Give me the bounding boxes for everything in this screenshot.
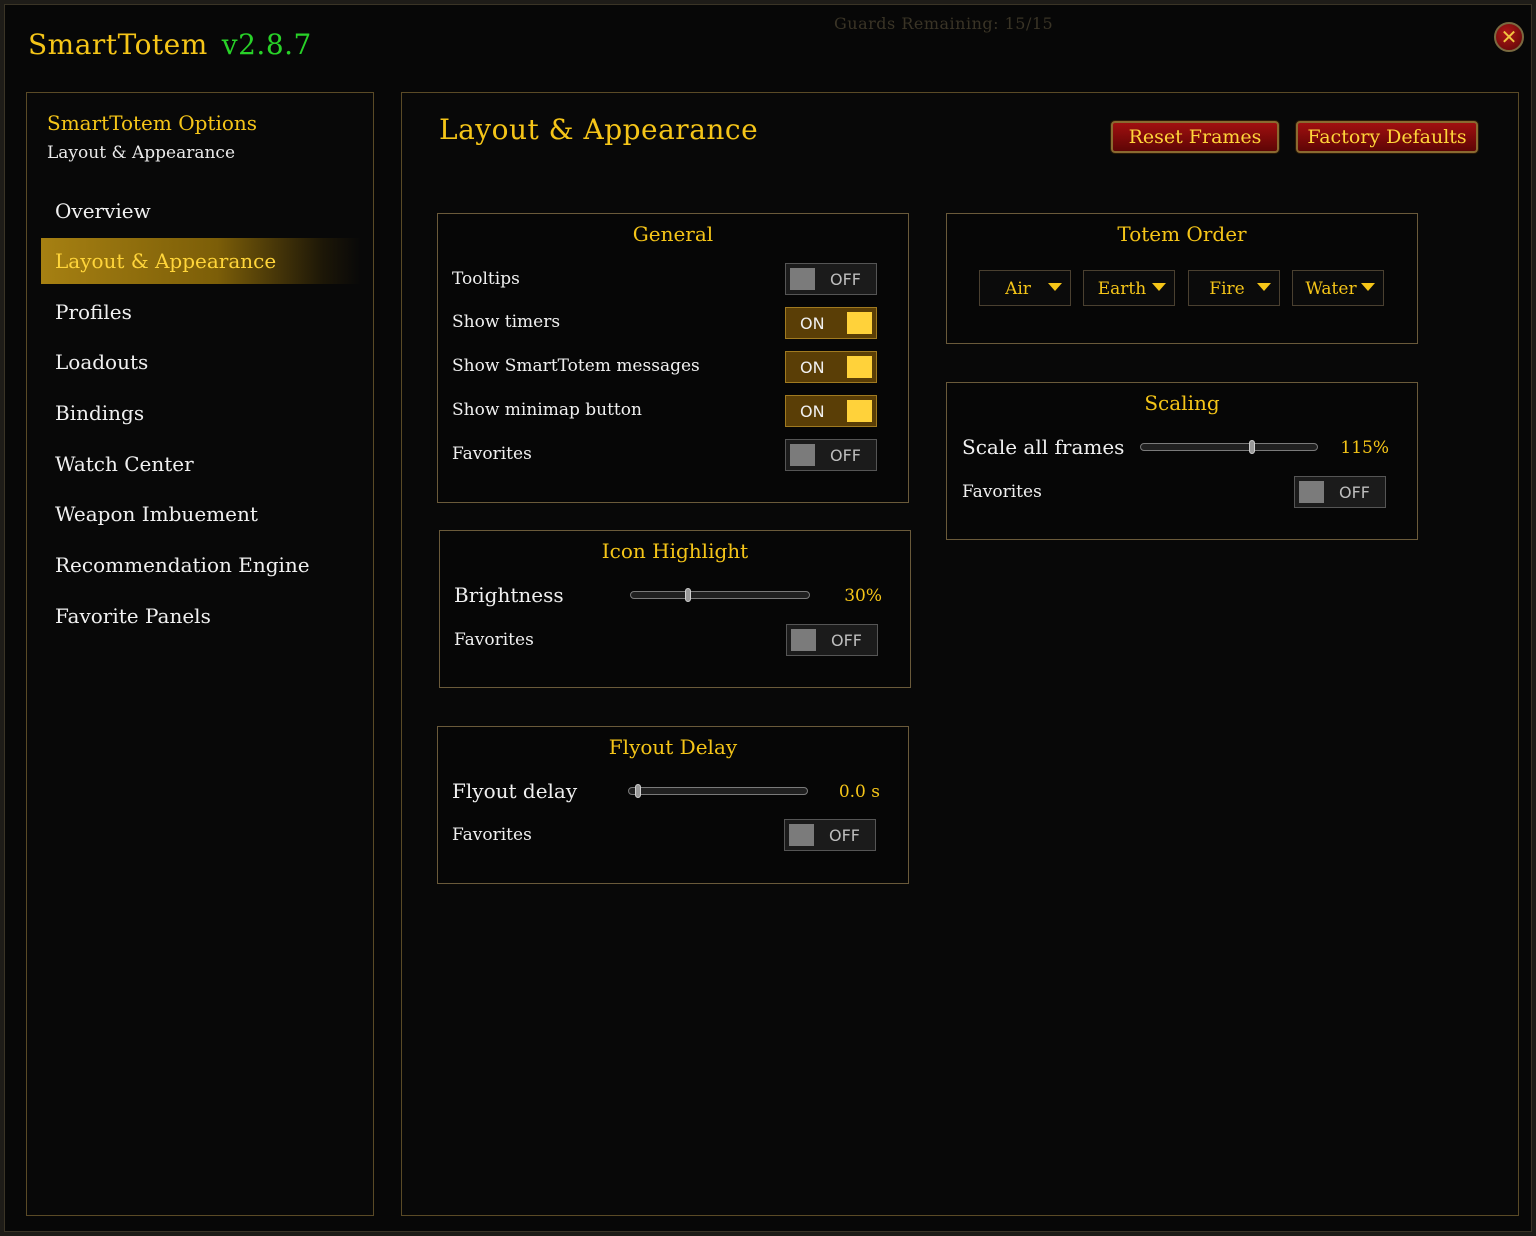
- toggle-knob: [1299, 481, 1324, 503]
- show-minimap-label: Show minimap button: [452, 400, 642, 420]
- show-messages-toggle[interactable]: ON: [785, 351, 877, 383]
- sidebar-subtitle: Layout & Appearance: [47, 143, 236, 163]
- window-title: SmartTotem v2.8.7: [28, 28, 312, 61]
- sidebar-item-layout-appearance[interactable]: Layout & Appearance: [41, 238, 361, 284]
- scale-value: 115%: [1340, 438, 1389, 458]
- brightness-slider[interactable]: [630, 588, 810, 602]
- general-panel: General Tooltips OFF Show timers ON Show…: [437, 213, 909, 503]
- main-panel: Layout & Appearance Reset Frames Factory…: [401, 92, 1519, 1216]
- toggle-knob: [847, 312, 872, 334]
- app-version: v2.8.7: [221, 28, 312, 61]
- flyout-delay-slider[interactable]: [628, 784, 808, 798]
- toggle-state-label: OFF: [829, 826, 860, 845]
- general-favorites-label: Favorites: [452, 444, 532, 464]
- sidebar-item-loadouts[interactable]: Loadouts: [41, 339, 361, 385]
- scale-all-frames-slider[interactable]: [1140, 440, 1318, 454]
- scaling-panel: Scaling Scale all frames 115% Favorites …: [946, 382, 1418, 540]
- show-minimap-toggle[interactable]: ON: [785, 395, 877, 427]
- toggle-knob: [790, 444, 815, 466]
- dropdown-label: Earth: [1097, 279, 1147, 299]
- toggle-knob: [790, 268, 815, 290]
- flyout-favorites-toggle[interactable]: OFF: [784, 819, 876, 851]
- slider-thumb[interactable]: [1248, 440, 1255, 454]
- sidebar-item-recommendation-engine[interactable]: Recommendation Engine: [41, 542, 361, 588]
- totem-order-earth-dropdown[interactable]: Earth: [1083, 270, 1175, 306]
- brightness-label: Brightness: [454, 583, 564, 607]
- toggle-state-label: OFF: [830, 270, 861, 289]
- sidebar-item-weapon-imbuement[interactable]: Weapon Imbuement: [41, 491, 361, 537]
- toggle-state-label: ON: [800, 402, 825, 421]
- chevron-down-icon: [1361, 283, 1375, 291]
- totem-order-water-dropdown[interactable]: Water: [1292, 270, 1384, 306]
- dropdown-label: Fire: [1209, 279, 1245, 299]
- factory-defaults-button[interactable]: Factory Defaults: [1296, 121, 1478, 153]
- icon-highlight-favorites-toggle[interactable]: OFF: [786, 624, 878, 656]
- toggle-state-label: OFF: [830, 446, 861, 465]
- sidebar-item-overview[interactable]: Overview: [41, 188, 361, 234]
- totem-order-fire-dropdown[interactable]: Fire: [1188, 270, 1280, 306]
- brightness-value: 30%: [844, 586, 882, 606]
- chevron-down-icon: [1257, 283, 1271, 291]
- toggle-state-label: OFF: [1339, 483, 1370, 502]
- flyout-favorites-label: Favorites: [452, 825, 532, 845]
- background-hint-text: Guards Remaining: 15/15: [834, 14, 1054, 33]
- sidebar: SmartTotem Options Layout & Appearance O…: [26, 92, 374, 1216]
- icon-highlight-panel: Icon Highlight Brightness 30% Favorites …: [439, 530, 911, 688]
- close-button[interactable]: ✕: [1494, 22, 1524, 52]
- scaling-favorites-label: Favorites: [962, 482, 1042, 502]
- tooltips-toggle[interactable]: OFF: [785, 263, 877, 295]
- page-title: Layout & Appearance: [439, 113, 759, 146]
- icon-highlight-title: Icon Highlight: [601, 539, 749, 563]
- general-favorites-toggle[interactable]: OFF: [785, 439, 877, 471]
- sidebar-item-profiles[interactable]: Profiles: [41, 289, 361, 335]
- general-panel-title: General: [632, 222, 714, 246]
- options-window: Guards Remaining: 15/15 SmartTotem v2.8.7…: [0, 0, 1536, 1236]
- reset-frames-button[interactable]: Reset Frames: [1111, 121, 1279, 153]
- flyout-delay-title: Flyout Delay: [608, 735, 738, 759]
- chevron-down-icon: [1048, 283, 1062, 291]
- slider-thumb[interactable]: [684, 588, 691, 602]
- dropdown-label: Water: [1305, 279, 1357, 299]
- sidebar-item-watch-center[interactable]: Watch Center: [41, 441, 361, 487]
- show-timers-label: Show timers: [452, 312, 561, 332]
- flyout-delay-label: Flyout delay: [452, 779, 578, 803]
- toggle-knob: [791, 629, 816, 651]
- close-icon: ✕: [1500, 25, 1518, 49]
- flyout-delay-panel: Flyout Delay Flyout delay 0.0 s Favorite…: [437, 726, 909, 884]
- totem-order-panel: Totem Order Air Earth Fire Water: [946, 213, 1418, 344]
- toggle-knob: [847, 356, 872, 378]
- toggle-knob: [789, 824, 814, 846]
- app-name: SmartTotem: [28, 28, 208, 61]
- toggle-state-label: ON: [800, 358, 825, 377]
- chevron-down-icon: [1152, 283, 1166, 291]
- sidebar-item-favorite-panels[interactable]: Favorite Panels: [41, 593, 361, 639]
- dropdown-label: Air: [1005, 279, 1031, 299]
- scaling-title: Scaling: [1144, 391, 1220, 415]
- sidebar-title: SmartTotem Options: [47, 111, 258, 135]
- sidebar-item-bindings[interactable]: Bindings: [41, 390, 361, 436]
- tooltips-label: Tooltips: [452, 269, 520, 289]
- toggle-state-label: OFF: [831, 631, 862, 650]
- toggle-knob: [847, 400, 872, 422]
- scale-all-frames-label: Scale all frames: [962, 435, 1125, 459]
- flyout-delay-value: 0.0 s: [838, 782, 880, 802]
- scaling-favorites-toggle[interactable]: OFF: [1294, 476, 1386, 508]
- show-messages-label: Show SmartTotem messages: [452, 356, 700, 376]
- totem-order-air-dropdown[interactable]: Air: [979, 270, 1071, 306]
- toggle-state-label: ON: [800, 314, 825, 333]
- slider-thumb[interactable]: [634, 784, 641, 798]
- show-timers-toggle[interactable]: ON: [785, 307, 877, 339]
- totem-order-title: Totem Order: [1117, 222, 1247, 246]
- icon-highlight-favorites-label: Favorites: [454, 630, 534, 650]
